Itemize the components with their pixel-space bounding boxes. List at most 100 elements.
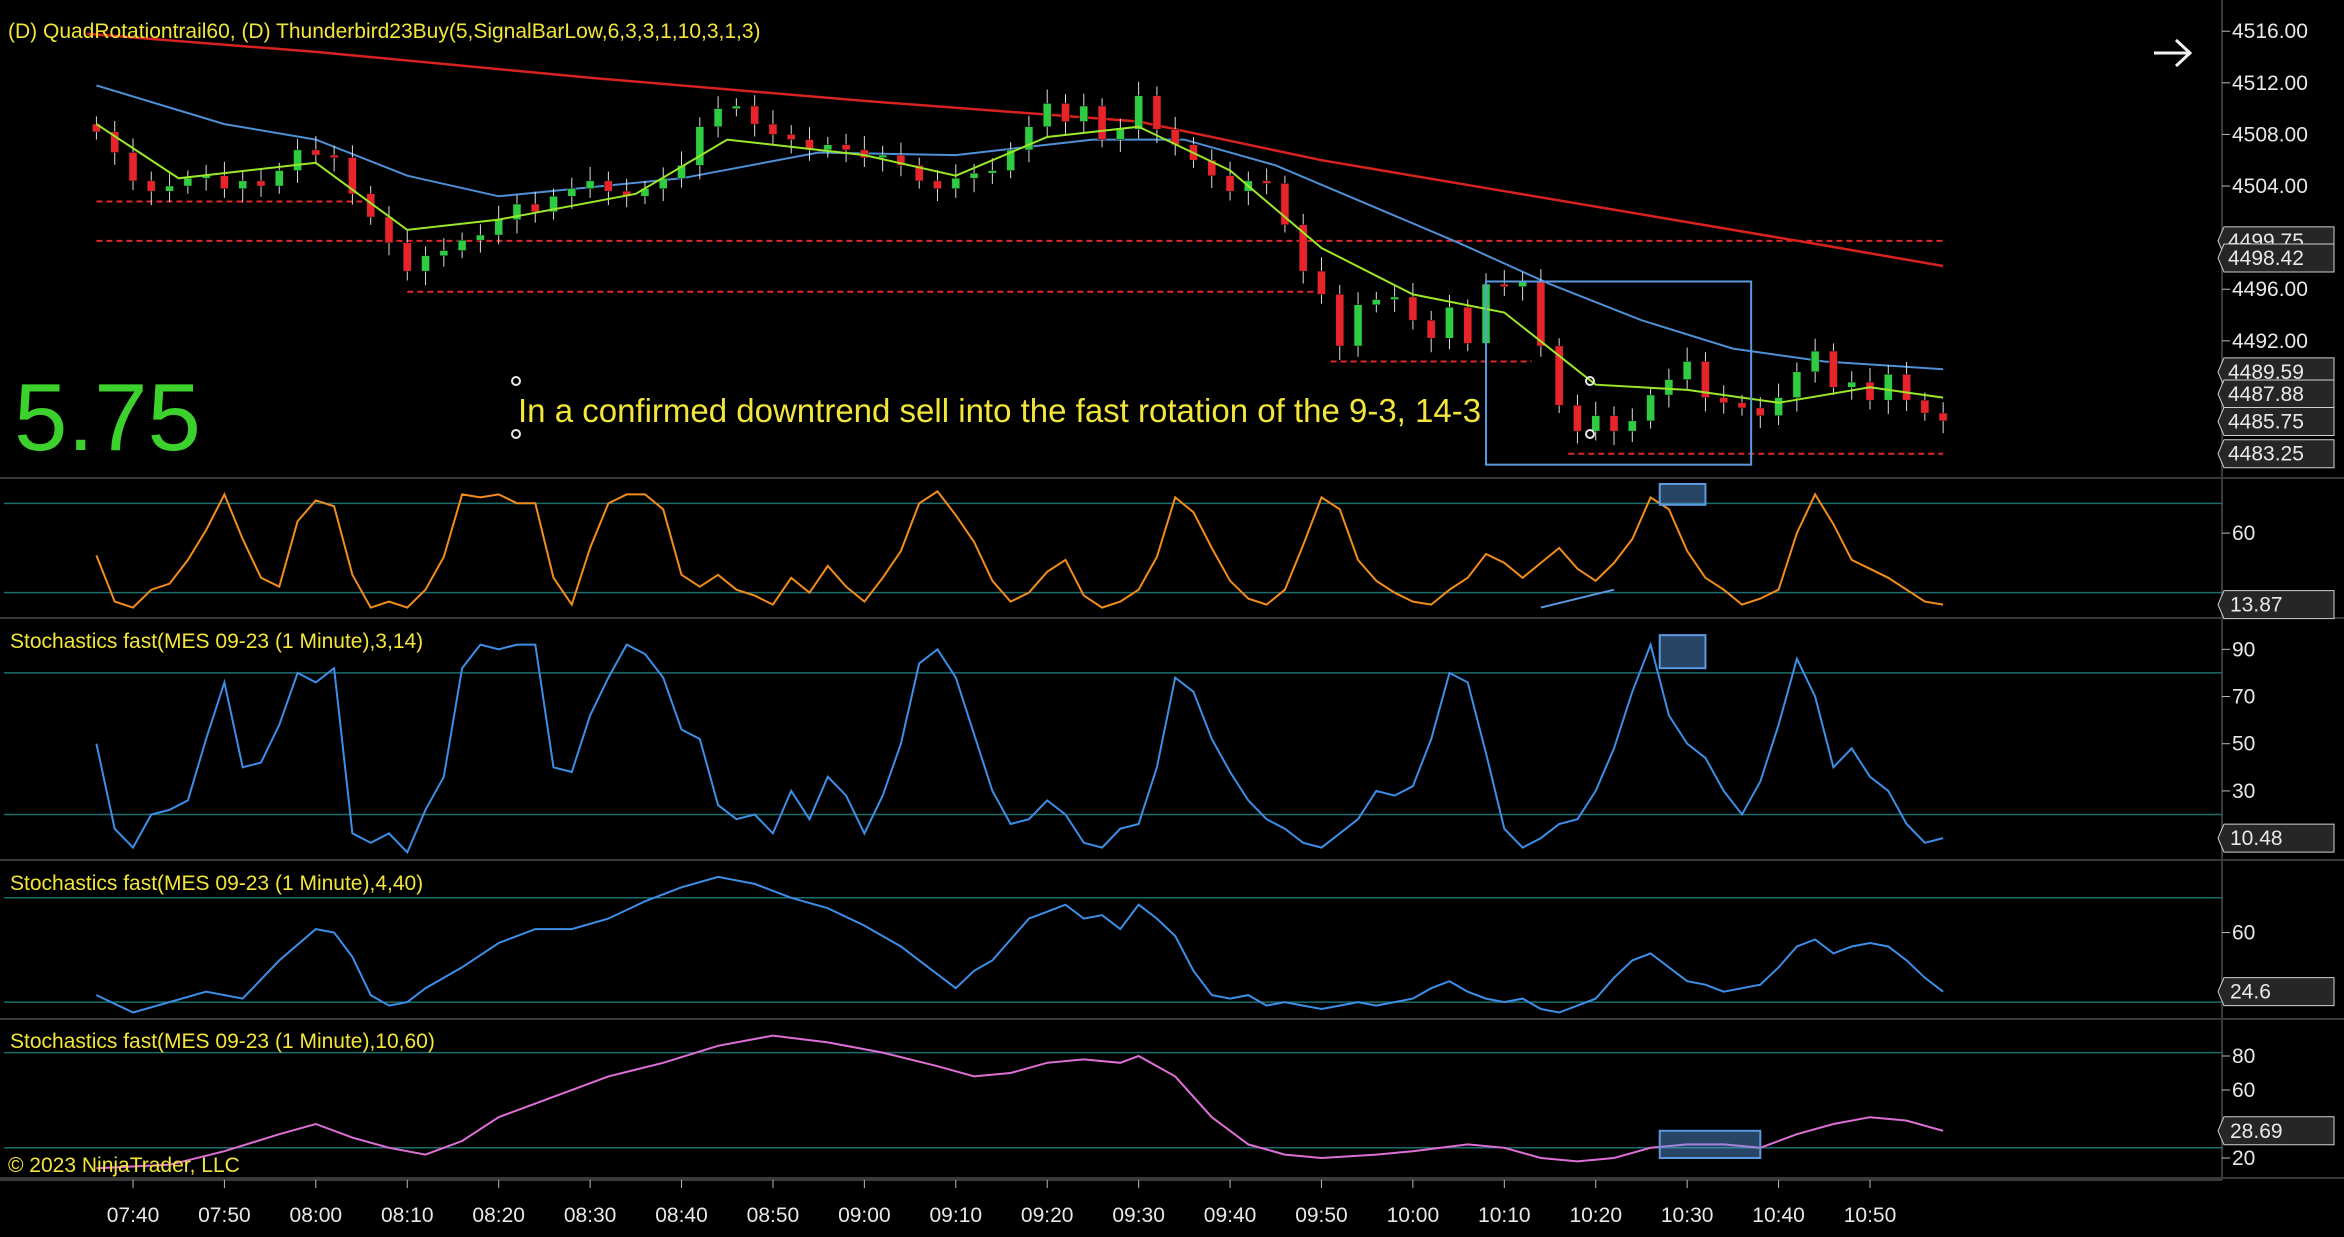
- price-tick-label: 4508.00: [2232, 123, 2308, 146]
- candle-body: [1390, 296, 1399, 300]
- candle-body: [403, 242, 412, 272]
- candle-body: [1573, 405, 1582, 432]
- candle-body: [585, 180, 595, 189]
- candle-body: [951, 178, 961, 189]
- candle-body: [165, 185, 174, 192]
- candle-body: [1847, 381, 1856, 388]
- candle-body: [147, 180, 156, 192]
- time-tick-label: 10:50: [1844, 1204, 1897, 1227]
- time-tick-label: 08:30: [564, 1204, 617, 1227]
- candle-body: [732, 105, 741, 109]
- stoch-3-14-title: Stochastics fast(MES 09-23 (1 Minute),3,…: [10, 630, 423, 653]
- candle-body: [1262, 180, 1271, 184]
- candle-body: [1865, 381, 1875, 401]
- price-marker: 4485.75: [2217, 406, 2335, 436]
- time-tick-label: 09:40: [1204, 1204, 1257, 1227]
- candle-body: [1664, 379, 1674, 396]
- candle-body: [878, 154, 887, 158]
- candle-body: [531, 203, 540, 213]
- time-tick-label: 08:10: [381, 1204, 434, 1227]
- candle-body: [1920, 399, 1930, 414]
- candle-body: [1116, 129, 1125, 140]
- osc-tick-label: 60: [2232, 522, 2255, 545]
- copyright-text: © 2023 NinjaTrader, LLC: [8, 1154, 240, 1177]
- candle-body: [1756, 407, 1765, 416]
- candle-body: [220, 175, 229, 189]
- candle-body: [1737, 402, 1747, 409]
- osc-tick-label: 80: [2232, 1045, 2255, 1068]
- candle-body: [476, 234, 485, 241]
- stoch-4-40-title: Stochastics fast(MES 09-23 (1 Minute),4,…: [10, 872, 423, 895]
- time-tick-label: 10:20: [1569, 1204, 1622, 1227]
- time-tick-label: 10:00: [1387, 1204, 1440, 1227]
- candle-body: [1061, 103, 1070, 122]
- osc-tick-label: 90: [2232, 638, 2255, 661]
- candle-body: [969, 172, 979, 179]
- time-tick-label: 07:50: [198, 1204, 251, 1227]
- candle-body: [750, 105, 759, 125]
- oscillator-highlight-box[interactable]: [1658, 1129, 1762, 1160]
- stoch-10-60-title: Stochastics fast(MES 09-23 (1 Minute),10…: [10, 1030, 435, 1053]
- candle-body: [128, 152, 138, 182]
- candle-body: [768, 123, 778, 135]
- price-panel-title: (D) QuadRotationtrail60, (D) Thunderbird…: [8, 20, 761, 43]
- osc-tick-label: 20: [2232, 1147, 2255, 1170]
- last-value-label: 13.87: [2230, 594, 2283, 617]
- candle-body: [567, 188, 577, 197]
- candle-body: [1628, 420, 1637, 432]
- candle-body: [1646, 394, 1655, 422]
- oscillator-highlight-box[interactable]: [1658, 482, 1707, 506]
- price-tick-label: 4496.00: [2232, 278, 2308, 301]
- candle-body: [1335, 294, 1345, 347]
- candle-body: [1902, 374, 1911, 401]
- candle-body: [1884, 374, 1893, 401]
- candle-body: [695, 126, 705, 166]
- candle-body: [933, 180, 942, 189]
- osc-tick-label: 60: [2232, 1079, 2255, 1102]
- candle-body: [1810, 350, 1820, 373]
- time-tick-label: 08:20: [472, 1204, 525, 1227]
- time-tick-label: 09:50: [1295, 1204, 1348, 1227]
- time-tick-label: 10:40: [1752, 1204, 1805, 1227]
- candle-body: [1500, 283, 1509, 287]
- price-marker: 4483.25: [2217, 439, 2335, 469]
- last-value-marker: 28.69: [2217, 1116, 2335, 1146]
- candle-body: [1445, 307, 1454, 339]
- candle-body: [1372, 299, 1381, 305]
- candle-body: [841, 144, 851, 151]
- time-tick-label: 09:20: [1021, 1204, 1074, 1227]
- last-value-marker: 10.48: [2217, 823, 2335, 853]
- candle-body: [293, 149, 302, 171]
- price-marker-label: 4485.75: [2228, 410, 2304, 433]
- candle-body: [1042, 103, 1052, 127]
- last-value-marker: 24.6: [2217, 977, 2335, 1007]
- price-tick-label: 4516.00: [2232, 20, 2308, 43]
- candle-body: [494, 219, 503, 236]
- candle-body: [183, 178, 193, 187]
- oscillator-highlight-box[interactable]: [1658, 634, 1707, 670]
- price-tick-label: 4504.00: [2232, 175, 2308, 198]
- candle-body: [988, 170, 997, 174]
- candle-body: [421, 255, 430, 272]
- big-value: 5.75: [14, 364, 201, 471]
- candle-body: [238, 180, 247, 189]
- candle-body: [1463, 307, 1472, 344]
- candle-body: [1353, 304, 1363, 347]
- candle-body: [1317, 270, 1326, 295]
- candle-body: [457, 239, 467, 251]
- price-tick-label: 4512.00: [2232, 72, 2308, 95]
- candle-body: [1079, 105, 1089, 122]
- candle-body: [1408, 296, 1418, 321]
- osc-tick-label: 30: [2232, 780, 2255, 803]
- price-marker: 4498.42: [2217, 243, 2335, 273]
- time-tick-label: 09:00: [838, 1204, 891, 1227]
- osc-tick-label: 60: [2232, 922, 2255, 945]
- ninjatrader-chart[interactable]: 4516.00 4512.00 4508.00 4504.00 4496.00 4492.…: [0, 0, 2344, 1237]
- candle-body: [1536, 281, 1546, 347]
- candle-body: [1774, 397, 1783, 416]
- time-tick-label: 08:50: [747, 1204, 800, 1227]
- candle-body: [1591, 415, 1600, 432]
- candle-body: [1097, 105, 1107, 140]
- annotation-text: In a confirmed downtrend sell into the f…: [518, 392, 1481, 429]
- candle-body: [1152, 95, 1162, 130]
